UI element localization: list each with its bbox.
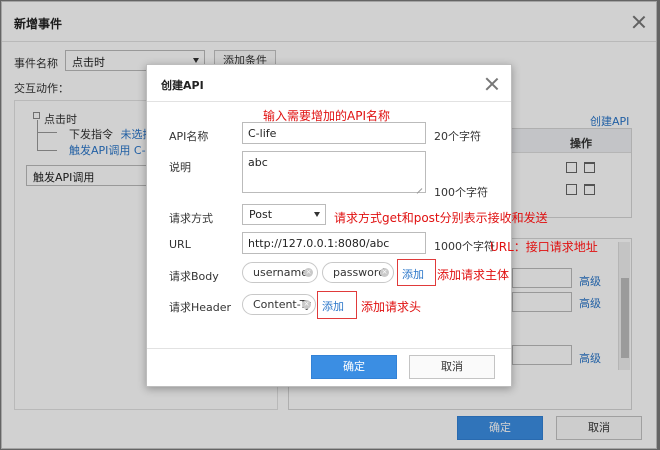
method-label: 请求方式 <box>169 212 213 225</box>
method-select-value: Post <box>249 208 273 221</box>
body-tag-label: password <box>333 266 386 279</box>
method-select[interactable]: Post <box>242 204 326 225</box>
description-label: 说明 <box>169 161 191 174</box>
body-label: 请求Body <box>169 270 219 283</box>
url-hint: 1000个字符 <box>434 240 495 253</box>
annotation-url: URL：接口请求地址 <box>490 240 598 254</box>
api-name-hint: 20个字符 <box>434 130 481 143</box>
resize-handle-icon[interactable] <box>415 182 423 190</box>
description-hint: 100个字符 <box>434 186 488 199</box>
api-name-input[interactable]: C-life <box>242 122 426 144</box>
url-label: URL <box>169 238 191 251</box>
header-tag[interactable]: Content-Ty × <box>242 294 316 315</box>
modal-title: 创建API <box>161 79 204 92</box>
modal-footer-divider <box>147 348 511 349</box>
annotation-header: 添加请求头 <box>361 300 422 314</box>
modal-cancel-button[interactable]: 取消 <box>409 355 495 379</box>
remove-icon[interactable]: × <box>302 300 311 309</box>
url-input[interactable]: http://127.0.0.1:8080/abc <box>242 232 426 254</box>
chevron-down-icon <box>314 212 320 217</box>
body-tag-label: username <box>253 266 308 279</box>
modal-header: 创建API <box>147 65 511 102</box>
annotation-api-name: 输入需要增加的API名称 <box>263 109 390 123</box>
body-tag[interactable]: username × <box>242 262 318 283</box>
description-value: abc <box>248 156 268 169</box>
remove-icon[interactable]: × <box>304 268 313 277</box>
annotation-method: 请求方式get和post分别表示接收和发送 <box>334 211 548 225</box>
header-label: 请求Header <box>169 301 232 314</box>
close-icon[interactable] <box>485 77 499 91</box>
description-textarea[interactable]: abc <box>242 151 426 193</box>
add-header-button[interactable]: 添加 <box>317 291 357 319</box>
modal-confirm-button[interactable]: 确定 <box>311 355 397 379</box>
api-name-label: API名称 <box>169 130 209 143</box>
annotation-body: 添加请求主体 <box>437 268 510 282</box>
add-body-button[interactable]: 添加 <box>397 259 436 286</box>
body-tag[interactable]: password × <box>322 262 394 283</box>
remove-icon[interactable]: × <box>380 268 389 277</box>
